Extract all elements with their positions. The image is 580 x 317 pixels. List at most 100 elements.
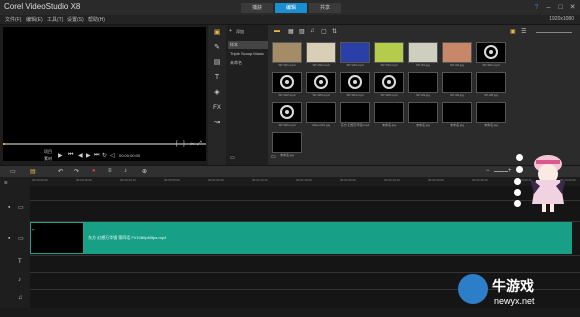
list-view-icon[interactable]: ☰ (521, 28, 526, 35)
end-icon[interactable]: ⏭ (94, 152, 99, 159)
mixer-icon[interactable]: ≡ (108, 168, 112, 174)
timeline-ruler[interactable]: 00:00:00:00 00:00:16:20 00:00:33:10 00:00:5… (30, 177, 580, 186)
float-tool-icon[interactable] (514, 178, 521, 185)
library-item[interactable]: 未命名.jpg (476, 102, 506, 127)
library-item[interactable]: SP-S01.mp3 (476, 42, 506, 67)
overlay-clip[interactable]: ⌐ (30, 222, 84, 254)
options-icon[interactable]: ▭ (271, 154, 276, 160)
float-tool-icon[interactable] (514, 189, 521, 196)
voice-track-icon[interactable]: ♪ (18, 277, 21, 283)
zoom-slider[interactable] (494, 171, 508, 172)
library-item[interactable]: SP-I04.jpg (442, 72, 472, 97)
zoom-in-icon[interactable]: + (508, 168, 512, 174)
track-visibility-icon[interactable]: ● (8, 235, 10, 240)
filter-audio-icon[interactable]: ♫ (310, 28, 315, 34)
library-item-label: 未命名.jpg (416, 123, 430, 127)
filter-other-icon[interactable]: ▢ (321, 28, 327, 35)
auto-music-icon[interactable]: ♪ (124, 168, 127, 174)
folder-item[interactable]: 样本 (228, 41, 268, 49)
mark-out-icon[interactable]: ] (183, 141, 185, 147)
volume-icon[interactable]: ◁ (110, 152, 115, 159)
music-track-icon[interactable]: ♫ (18, 295, 23, 301)
timeline-view-icon[interactable]: ▤ (30, 168, 36, 175)
thumb-size-slider[interactable] (536, 32, 572, 33)
maximize-icon[interactable]: □ (556, 3, 565, 12)
title-icon[interactable]: T (212, 73, 222, 83)
float-tool-icon[interactable] (516, 166, 523, 173)
media-icon[interactable]: ▣ (212, 28, 222, 38)
video-track-icon[interactable]: ▭ (18, 204, 24, 211)
menu-file[interactable]: 文件(F) (5, 16, 21, 23)
repeat-icon[interactable]: ↻ (102, 152, 107, 159)
browse-icon[interactable]: ▭ (230, 155, 235, 161)
menu-edit[interactable]: 编辑(E) (26, 16, 43, 23)
zoom-out-icon[interactable]: − (486, 168, 490, 174)
import-folder-icon[interactable]: ▬ (274, 28, 280, 34)
home-icon[interactable]: ⏮ (68, 152, 73, 159)
add-folder-icon[interactable]: + (229, 28, 232, 34)
clip-marker-icon: ⌐ (32, 227, 35, 233)
redo-icon[interactable]: ↷ (74, 168, 79, 175)
library-item[interactable]: SP-S06.mp3 (272, 102, 302, 127)
filter-icon[interactable]: FX (212, 103, 222, 113)
prev-frame-icon[interactable]: ◀ (78, 152, 83, 159)
library-item[interactable]: 东方 幻想万华镜.mp4 (340, 102, 370, 127)
path-icon[interactable]: ↝ (212, 118, 222, 128)
split-icon[interactable]: ✂ (190, 141, 195, 148)
graphic-icon[interactable]: ◈ (212, 88, 222, 98)
track-visibility-icon[interactable]: ● (8, 204, 10, 209)
transition-icon[interactable]: ▤ (212, 58, 222, 68)
library-item[interactable]: SP-S02.mp3 (272, 72, 302, 97)
menu-tools[interactable]: 工具(T) (47, 16, 63, 23)
float-tool-icon[interactable] (516, 154, 523, 161)
filter-video-icon[interactable]: ▦ (288, 28, 294, 35)
ruler-tick-label: 00:00:00:00 (32, 178, 48, 182)
float-tool-icon[interactable] (514, 200, 521, 207)
menu-settings[interactable]: 设置(S) (67, 16, 84, 23)
library-thumbnail (476, 72, 506, 93)
help-icon[interactable]: ? (532, 3, 541, 12)
title-track-icon[interactable]: T (18, 259, 22, 265)
library-item[interactable]: 未命名.jpg (374, 102, 404, 127)
library-item[interactable]: SP-I05.jpg (476, 72, 506, 97)
close-icon[interactable]: ✕ (568, 3, 577, 12)
library-item[interactable]: SP-V01.mp4 (272, 42, 302, 67)
tab-share[interactable]: 共享 (309, 3, 341, 13)
storyboard-view-icon[interactable]: ▭ (10, 168, 16, 175)
undo-icon[interactable]: ↶ (58, 168, 63, 175)
library-item[interactable]: SP-V03.mp4 (340, 42, 370, 67)
sort-icon[interactable]: ⇅ (332, 28, 337, 35)
filter-photo-icon[interactable]: ▧ (299, 28, 305, 35)
folder-item[interactable]: Triple Scoop Music (228, 50, 268, 58)
library-item[interactable]: 未命名.jpg (408, 102, 438, 127)
library-item[interactable]: 未命名.jpg (442, 102, 472, 127)
library-item[interactable]: SP-I01.jpg (408, 42, 438, 67)
library-item[interactable]: SP-S04.mp3 (340, 72, 370, 97)
menu-help[interactable]: 帮助(H) (88, 16, 105, 23)
mark-in-icon[interactable]: [ (176, 141, 178, 147)
record-icon[interactable]: ● (92, 168, 96, 174)
enlarge-icon[interactable]: ⤢ (197, 141, 202, 148)
tab-edit[interactable]: 编辑 (275, 3, 307, 13)
library-item[interactable]: 未命名.jpg (272, 132, 302, 157)
library-item[interactable]: SP-V04.mp4 (374, 42, 404, 67)
tab-capture[interactable]: 捕获 (241, 3, 273, 13)
instant-project-icon[interactable]: ✎ (212, 43, 222, 53)
play-icon[interactable]: ▶ (58, 152, 63, 159)
minimize-icon[interactable]: – (544, 3, 553, 12)
mode-clip[interactable]: 素材 (44, 156, 52, 162)
scrub-head[interactable] (3, 143, 5, 145)
library-item[interactable]: SP-S03.mp3 (306, 72, 336, 97)
folder-item[interactable]: 未命名 (228, 59, 268, 67)
view-icon[interactable]: ▣ (510, 28, 516, 35)
library-item[interactable]: SP-I02.jpg (442, 42, 472, 67)
track-manager-icon[interactable]: ☰ (4, 180, 8, 185)
library-item[interactable]: Video-001.jpg (306, 102, 336, 127)
next-frame-icon[interactable]: ▶ (86, 152, 91, 159)
mode-project[interactable]: 项目 (44, 149, 52, 155)
library-item[interactable]: SP-S05.mp3 (374, 72, 404, 97)
overlay-track-icon[interactable]: ▭ (18, 235, 24, 242)
library-item[interactable]: SP-V02.mp4 (306, 42, 336, 67)
motion-track-icon[interactable]: ⊕ (142, 168, 147, 175)
library-item[interactable]: SP-I03.jpg (408, 72, 438, 97)
